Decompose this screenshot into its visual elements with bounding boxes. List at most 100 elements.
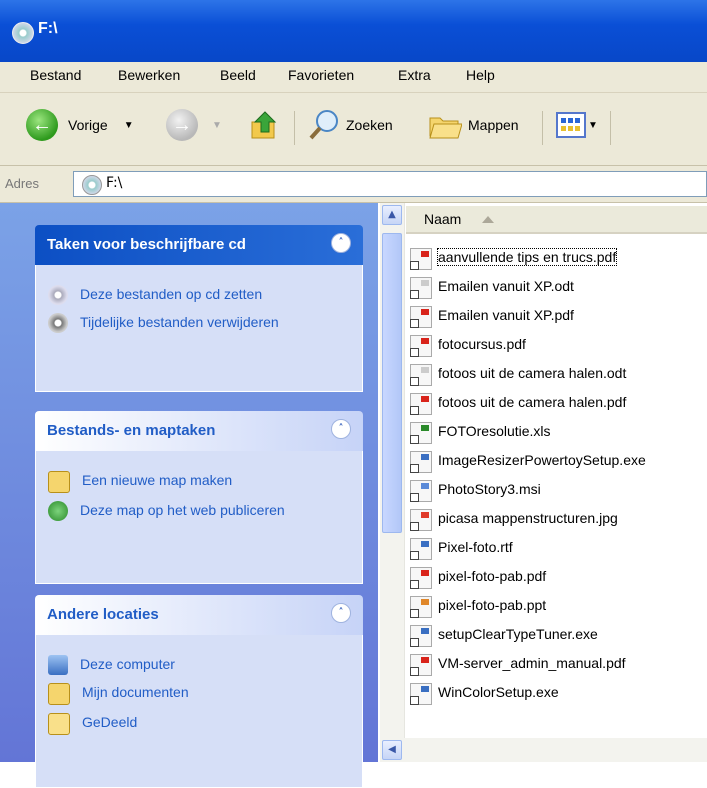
folders-button[interactable]: Mappen	[428, 105, 519, 145]
file-row[interactable]: setupClearTypeTuner.exe	[410, 622, 707, 651]
file-name: FOTOresolutie.xls	[438, 423, 551, 439]
task-write-cd[interactable]: Deze bestanden op cd zetten	[36, 285, 362, 305]
panel-file-tasks: Bestands- en maptaken ˄ Een nieuwe map m…	[35, 411, 363, 584]
address-value: F:\	[106, 175, 123, 191]
pdf-file-icon	[410, 335, 432, 357]
back-dropdown-icon[interactable]: ▼	[124, 120, 134, 131]
collapse-chevron-icon[interactable]: ˄	[331, 419, 351, 439]
toolbar-separator	[294, 111, 295, 145]
cd-drive-icon	[12, 22, 34, 44]
file-row[interactable]: Pixel-foto.rtf	[410, 535, 707, 564]
menu-bar: Bestand Bewerken Beeld Favorieten Extra …	[0, 62, 707, 93]
collapse-chevron-icon[interactable]: ˄	[331, 603, 351, 623]
panel-body: Deze computer Mijn documenten GeDeeld	[35, 635, 363, 788]
views-icon	[556, 112, 586, 138]
file-row[interactable]: fotocursus.pdf	[410, 332, 707, 361]
file-row[interactable]: pixel-foto-pab.ppt	[410, 593, 707, 622]
forward-arrow-icon: →	[166, 109, 198, 141]
file-row[interactable]: WinColorSetup.exe	[410, 680, 707, 709]
menu-help[interactable]: Help	[466, 67, 495, 83]
search-button[interactable]: Zoeken	[308, 105, 393, 145]
window-title: F:\	[38, 20, 58, 37]
file-name: fotoos uit de camera halen.odt	[438, 365, 627, 381]
ppt-file-icon	[410, 596, 432, 618]
file-rows: aanvullende tips en trucs.pdf Emailen va…	[410, 245, 707, 709]
back-label: Vorige	[68, 117, 108, 133]
scrollbar-thumb[interactable]	[382, 233, 402, 533]
file-name: Pixel-foto.rtf	[438, 539, 513, 555]
panel-header[interactable]: Andere locaties ˄	[35, 595, 363, 635]
forward-button[interactable]: → ▼	[166, 105, 222, 145]
task-publish-web[interactable]: Deze map op het web publiceren	[36, 501, 362, 521]
odt-file-icon	[410, 364, 432, 386]
menu-extra[interactable]: Extra	[398, 67, 431, 83]
panel-title: Bestands- en maptaken	[47, 422, 216, 439]
menu-bestand[interactable]: Bestand	[30, 67, 81, 83]
file-name: picasa mappenstructuren.jpg	[438, 510, 618, 526]
panel-cd-tasks: Taken voor beschrijfbare cd ˄ Deze besta…	[35, 225, 363, 392]
scroll-left-icon[interactable]: ◀	[382, 740, 402, 760]
menu-bewerken[interactable]: Bewerken	[118, 67, 180, 83]
toolbar-separator	[542, 111, 543, 145]
vertical-scrollbar[interactable]: ▲ ▼	[380, 203, 405, 762]
search-label: Zoeken	[346, 117, 393, 133]
file-row[interactable]: FOTOresolutie.xls	[410, 419, 707, 448]
pdf-file-icon	[410, 393, 432, 415]
forward-dropdown-icon[interactable]: ▼	[212, 120, 222, 131]
collapse-chevron-icon[interactable]: ˄	[331, 233, 351, 253]
task-new-folder[interactable]: Een nieuwe map maken	[36, 471, 362, 493]
file-row[interactable]: fotoos uit de camera halen.odt	[410, 361, 707, 390]
pdf-file-icon	[410, 248, 432, 270]
task-delete-temp[interactable]: Tijdelijke bestanden verwijderen	[36, 313, 362, 333]
views-button[interactable]: ▼	[556, 105, 598, 145]
folders-icon	[429, 117, 462, 139]
title-bar[interactable]: F:\	[0, 0, 707, 62]
horizontal-scrollbar[interactable]: ◀	[380, 738, 707, 762]
place-my-documents[interactable]: Mijn documenten	[36, 683, 362, 705]
place-shared[interactable]: GeDeeld	[36, 713, 362, 735]
publish-web-icon	[48, 501, 68, 521]
task-label: Tijdelijke bestanden verwijderen	[80, 314, 279, 330]
file-name: pixel-foto-pab.ppt	[438, 597, 547, 613]
up-folder-button[interactable]	[248, 105, 282, 145]
panel-header[interactable]: Taken voor beschrijfbare cd ˄	[35, 225, 363, 265]
panel-body: Een nieuwe map maken Deze map op het web…	[35, 451, 363, 584]
address-field[interactable]: F:\	[73, 171, 707, 197]
file-row[interactable]: VM-server_admin_manual.pdf	[410, 651, 707, 680]
file-row[interactable]: PhotoStory3.msi	[410, 477, 707, 506]
task-label: Een nieuwe map maken	[82, 472, 233, 488]
toolbar-separator	[610, 111, 611, 145]
task-pane: Taken voor beschrijfbare cd ˄ Deze besta…	[0, 203, 378, 788]
file-row[interactable]: Emailen vanuit XP.odt	[410, 274, 707, 303]
computer-icon	[48, 655, 68, 675]
panel-other-places: Andere locaties ˄ Deze computer Mijn doc…	[35, 595, 363, 788]
back-button[interactable]: ← Vorige ▼	[26, 105, 134, 145]
scroll-up-icon[interactable]: ▲	[382, 205, 402, 225]
menu-beeld[interactable]: Beeld	[220, 67, 256, 83]
jpg-file-icon	[410, 509, 432, 531]
file-name: VM-server_admin_manual.pdf	[438, 655, 626, 671]
file-row[interactable]: Emailen vanuit XP.pdf	[410, 303, 707, 332]
menu-favorieten[interactable]: Favorieten	[288, 67, 354, 83]
column-header-name[interactable]: Naam	[406, 206, 707, 234]
xls-file-icon	[410, 422, 432, 444]
file-name: PhotoStory3.msi	[438, 481, 541, 497]
place-my-computer[interactable]: Deze computer	[36, 655, 362, 675]
views-dropdown-icon[interactable]: ▼	[588, 120, 598, 131]
panel-header[interactable]: Bestands- en maptaken ˄	[35, 411, 363, 451]
file-name: Emailen vanuit XP.odt	[438, 278, 574, 294]
file-row[interactable]: pixel-foto-pab.pdf	[410, 564, 707, 593]
up-folder-icon	[251, 111, 277, 139]
file-row[interactable]: aanvullende tips en trucs.pdf	[410, 245, 707, 274]
file-name: fotoos uit de camera halen.pdf	[438, 394, 627, 410]
back-arrow-icon: ←	[26, 109, 58, 141]
folder-icon	[48, 713, 70, 735]
file-row[interactable]: picasa mappenstructuren.jpg	[410, 506, 707, 535]
folders-label: Mappen	[468, 117, 519, 133]
panel-body: Deze bestanden op cd zetten Tijdelijke b…	[35, 265, 363, 392]
task-label: Deze computer	[80, 656, 175, 672]
file-row[interactable]: ImageResizerPowertoySetup.exe	[410, 448, 707, 477]
file-row[interactable]: fotoos uit de camera halen.pdf	[410, 390, 707, 419]
address-bar: Adres F:\	[0, 166, 707, 203]
msi-file-icon	[410, 480, 432, 502]
